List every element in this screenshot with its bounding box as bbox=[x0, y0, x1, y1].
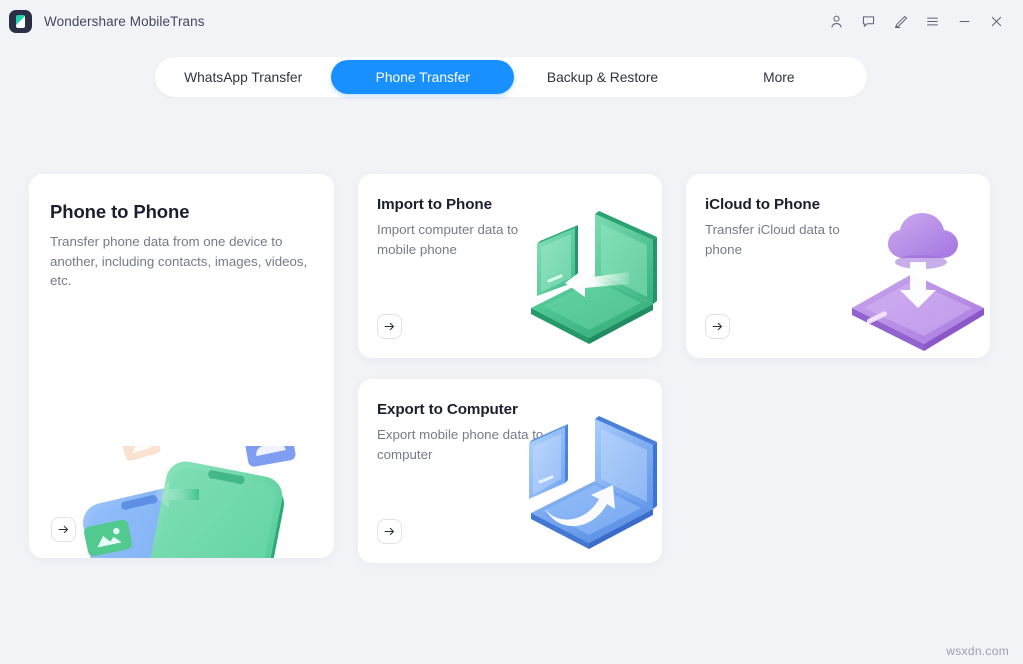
arrow-right-icon bbox=[712, 322, 723, 331]
minimize-icon[interactable] bbox=[948, 6, 980, 36]
tab-backup-restore[interactable]: Backup & Restore bbox=[514, 57, 690, 97]
edit-icon[interactable] bbox=[884, 6, 916, 36]
card-description: Export mobile phone data to computer bbox=[377, 427, 544, 462]
tab-more[interactable]: More bbox=[691, 57, 867, 97]
watermark: wsxdn.com bbox=[946, 644, 1009, 658]
export-to-computer-action-button[interactable] bbox=[377, 519, 402, 544]
logo-glyph bbox=[16, 14, 25, 28]
tab-label: More bbox=[763, 69, 795, 85]
tab-label: Backup & Restore bbox=[546, 69, 659, 85]
card-phone-to-phone[interactable]: Phone to Phone Transfer phone data from … bbox=[29, 174, 334, 558]
card-description: Transfer iCloud data to phone bbox=[705, 222, 840, 257]
card-export-to-computer[interactable]: Export to Computer Export mobile phone d… bbox=[358, 379, 662, 563]
arrow-right-icon bbox=[384, 527, 395, 536]
card-title: Import to Phone bbox=[377, 196, 492, 213]
card-title: Phone to Phone bbox=[50, 201, 190, 222]
two-phones-transfer-illustration bbox=[67, 429, 332, 558]
icloud-to-phone-action-button[interactable] bbox=[705, 314, 730, 339]
title-bar: Wondershare MobileTrans bbox=[0, 0, 1023, 42]
window-controls bbox=[820, 6, 1023, 36]
tab-whatsapp-transfer[interactable]: WhatsApp Transfer bbox=[155, 57, 331, 97]
close-icon[interactable] bbox=[980, 6, 1012, 36]
app-window: Wondershare MobileTrans WhatsApp Transfe… bbox=[0, 0, 1023, 664]
account-icon[interactable] bbox=[820, 6, 852, 36]
import-to-phone-action-button[interactable] bbox=[377, 314, 402, 339]
mobiletrans-logo-icon bbox=[9, 9, 32, 33]
arrow-right-icon bbox=[384, 322, 395, 331]
card-import-to-phone[interactable]: Import to Phone Import computer data to … bbox=[358, 174, 662, 358]
card-icloud-to-phone[interactable]: iCloud to Phone Transfer iCloud data to … bbox=[686, 174, 990, 358]
arrow-right-icon bbox=[58, 525, 69, 534]
feedback-icon[interactable] bbox=[852, 6, 884, 36]
card-title: iCloud to Phone bbox=[705, 196, 820, 213]
tab-label: Phone Transfer bbox=[375, 69, 470, 85]
card-title: Export to Computer bbox=[377, 401, 518, 418]
card-description: Import computer data to mobile phone bbox=[377, 222, 519, 257]
tab-phone-transfer[interactable]: Phone Transfer bbox=[331, 60, 515, 94]
card-description: Transfer phone data from one device to a… bbox=[50, 234, 308, 288]
tab-label: WhatsApp Transfer bbox=[184, 69, 303, 85]
phone-to-phone-action-button[interactable] bbox=[51, 517, 76, 542]
app-title: Wondershare MobileTrans bbox=[44, 13, 205, 29]
main-tab-bar: WhatsApp Transfer Phone Transfer Backup … bbox=[155, 57, 867, 97]
tab-bar-container: WhatsApp Transfer Phone Transfer Backup … bbox=[155, 57, 867, 97]
menu-icon[interactable] bbox=[916, 6, 948, 36]
title-bar-left: Wondershare MobileTrans bbox=[0, 9, 205, 33]
